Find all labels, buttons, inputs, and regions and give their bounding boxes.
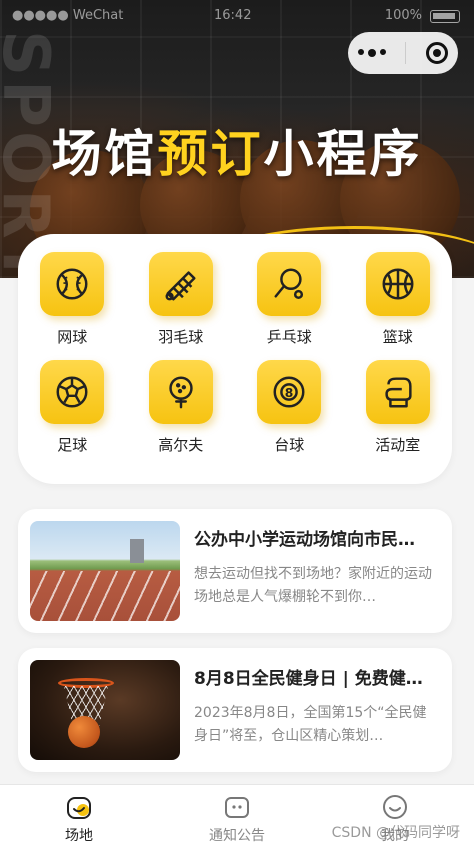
title-part-miniprogram: 小程序 [263, 125, 423, 183]
news-title: 公办中小学运动场馆向市民… [194, 530, 415, 550]
title-part-venue: 场馆 [51, 125, 158, 183]
football-icon [40, 360, 105, 424]
notice-icon [225, 797, 249, 818]
category-label: 羽毛球 [158, 328, 204, 346]
svg-text:8: 8 [285, 386, 294, 400]
category-label: 台球 [274, 436, 305, 454]
category-football[interactable]: 足球 [18, 360, 127, 454]
category-table-tennis[interactable]: 乒乓球 [235, 252, 344, 346]
watermark: CSDN @代码同学呀 [331, 825, 460, 841]
category-label: 活动室 [375, 436, 421, 454]
category-label: 网球 [57, 328, 88, 346]
battery-icon [430, 10, 460, 23]
title-part-booking: 预订 [157, 125, 264, 183]
news-card[interactable]: 公办中小学运动场馆向市民… 想去运动但找不到场地？家附近的运动场地总是人气爆棚轮… [18, 509, 452, 633]
capsule-divider [405, 42, 407, 64]
page-title: 场馆预订小程序 [0, 114, 474, 186]
category-label: 篮球 [382, 328, 413, 346]
news-thumbnail-basketball [30, 660, 180, 760]
news-description: 2023年8月8日，全国第15个“全民健身日”将至，仓山区精心策划… [194, 705, 427, 744]
miniprogram-capsule [348, 32, 458, 74]
ping-pong-icon [257, 252, 322, 316]
category-tennis[interactable]: 网球 [18, 252, 127, 346]
news-title: 8月8日全民健身日 | 免费健… [194, 669, 423, 689]
category-basketball[interactable]: 篮球 [344, 252, 453, 346]
venue-icon [67, 797, 91, 819]
news-card[interactable]: 8月8日全民健身日 | 免费健… 2023年8月8日，全国第15个“全民健身日”… [18, 648, 452, 772]
category-golf[interactable]: 高尔夫 [127, 360, 236, 454]
status-carrier: ●●●●● WeChat [12, 8, 124, 23]
news-description: 想去运动但找不到场地？家附近的运动场地总是人气爆棚轮不到你… [194, 566, 432, 605]
basketball-image [68, 716, 100, 748]
close-miniprogram-icon[interactable] [426, 42, 449, 64]
category-label: 足球 [57, 436, 88, 454]
boxing-glove-icon [365, 360, 430, 424]
tab-venue[interactable]: 场地 [0, 785, 158, 847]
golf-icon [148, 360, 213, 424]
category-billiards[interactable]: 8 台球 [235, 360, 344, 454]
tennis-ball-icon [40, 252, 105, 316]
news-thumbnail-track [30, 521, 180, 621]
tab-label: 通知公告 [209, 828, 265, 844]
category-label: 高尔夫 [158, 436, 204, 454]
status-battery-label: 100% [384, 8, 422, 23]
shuttlecock-icon [148, 252, 213, 316]
category-activity-room[interactable]: 活动室 [344, 360, 453, 454]
category-badminton[interactable]: 羽毛球 [127, 252, 236, 346]
basketball-icon [365, 252, 430, 316]
status-bar: ●●●●● WeChat 16:42 100% [0, 0, 474, 34]
profile-icon [383, 795, 407, 819]
billiards-icon: 8 [257, 360, 322, 424]
category-label: 乒乓球 [266, 328, 312, 346]
status-time: 16:42 [214, 8, 252, 23]
category-grid: 网球 羽毛球 乒乓球 篮球 足球 高尔夫 8 台球 活动室 [18, 252, 452, 454]
tab-notice[interactable]: 通知公告 [158, 785, 316, 847]
category-card: 网球 羽毛球 乒乓球 篮球 足球 高尔夫 8 台球 活动室 [18, 234, 452, 484]
more-icon[interactable] [357, 49, 386, 57]
tab-label: 场地 [65, 828, 93, 844]
